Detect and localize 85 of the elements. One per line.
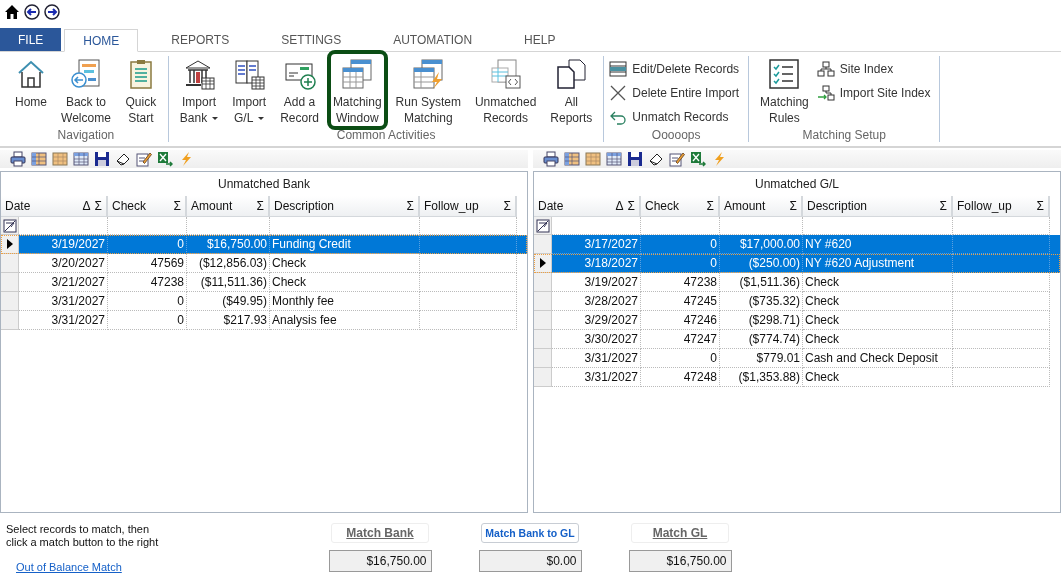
table-row[interactable]: 3/19/2027 0 $16,750.00 Funding Credit (1, 235, 527, 254)
filter-icon[interactable] (535, 218, 550, 233)
checklist-icon (768, 58, 801, 90)
match-button[interactable]: Match Bank to GL (481, 523, 579, 543)
undo-icon (609, 109, 628, 125)
eraser-icon (648, 151, 664, 167)
column-header[interactable]: Check Σ (641, 196, 720, 217)
total-field: $0.00 (478, 550, 582, 572)
grid-icon (73, 151, 89, 167)
out-of-balance-link[interactable]: Out of Balance Match (16, 561, 122, 573)
ribbon-button[interactable]: Import Bank (173, 50, 225, 130)
file-menu[interactable]: FILE (0, 28, 62, 51)
instructions-text: Select records to match, then click a match button to the right (6, 523, 160, 549)
ribbon-button[interactable]: Matching Rules (754, 50, 815, 130)
column-header[interactable]: Date Δ Σ (1, 196, 108, 217)
ribbon-button[interactable]: Home (9, 50, 53, 130)
home-icon (4, 4, 20, 20)
tables-icon (341, 58, 374, 90)
ribbon-button[interactable]: Import Site Index (816, 82, 935, 104)
total-field: $16,750.00 (628, 550, 732, 572)
table-cell: 3/31/2027 (19, 311, 108, 330)
excel-export-icon (157, 151, 173, 167)
sitemap-import-icon (816, 85, 835, 101)
table-cell: $217.93 (187, 311, 270, 330)
close-icon (609, 85, 628, 101)
edit-icon (136, 151, 152, 167)
ledger-icon (233, 58, 266, 90)
column-header[interactable]: Follow_up Σ (953, 196, 1050, 217)
ribbon-button[interactable]: Back to Welcome (55, 50, 117, 130)
save-icon (627, 151, 643, 167)
ribbon-button[interactable]: Quick Start (118, 50, 163, 130)
eraser-icon (115, 151, 131, 167)
grid-icon (52, 151, 68, 167)
ribbon-button[interactable]: Import G/L (226, 50, 273, 130)
ribbon-button[interactable]: Unmatch Records (609, 106, 744, 128)
column-header[interactable]: Check Σ (108, 196, 187, 217)
ribbon-button[interactable]: Add a Record (274, 50, 325, 130)
column-header[interactable]: Amount Σ (187, 196, 270, 217)
total-field: $16,750.00 (328, 550, 432, 572)
column-header[interactable]: Description Σ (270, 196, 420, 217)
grid-icon (606, 151, 622, 167)
ribbon-button[interactable]: Run System Matching (389, 50, 467, 130)
table-cell: ($1,353.88) (720, 368, 803, 387)
document-code-icon (489, 58, 522, 90)
ribbon-button[interactable]: All Reports (544, 50, 599, 130)
table-cell: Analysis fee (270, 311, 420, 330)
group-label: Matching Setup (801, 128, 887, 143)
print-icon (10, 151, 26, 167)
table-cell: 3/31/2027 (552, 368, 641, 387)
group-label: Navigation (56, 128, 116, 143)
table-cell: 47248 (641, 368, 720, 387)
grid-icon (31, 151, 47, 167)
print-icon (543, 151, 559, 167)
save-icon (94, 151, 110, 167)
forward-icon (44, 4, 60, 20)
ribbon-button[interactable]: Matching Window (326, 50, 388, 130)
group-label: Common Activities (335, 128, 437, 143)
sitemap-icon (816, 61, 835, 77)
ribbon-button[interactable]: Delete Entire Import (609, 82, 744, 104)
filter-icon[interactable] (2, 218, 17, 233)
table-row[interactable]: 3/17/2027 0 $17,000.00 NY #620 (534, 235, 1060, 254)
excel-export-icon (690, 151, 706, 167)
grid-icon (585, 151, 601, 167)
column-header[interactable]: Date Δ Σ (534, 196, 641, 217)
column-header[interactable]: Description Σ (803, 196, 953, 217)
table-cell: 0 (108, 311, 187, 330)
ribbon-button[interactable]: Unmatched Records (468, 50, 543, 130)
table-cell: Check (803, 368, 953, 387)
column-header[interactable]: Amount Σ (720, 196, 803, 217)
ribbon-button[interactable]: Site Index (816, 58, 935, 80)
edit-icon (669, 151, 685, 167)
bank-icon (183, 58, 215, 90)
back-icon (24, 4, 40, 20)
grid-icon (564, 151, 580, 167)
ribbon-tab[interactable]: HOME (64, 29, 139, 52)
grid-title: Unmatched G/L (753, 176, 840, 193)
table-row[interactable]: 3/18/2027 0 ($250.00) NY #620 Adjustment (534, 254, 1060, 273)
group-label: Ooooops (650, 128, 702, 143)
document-back-icon (69, 58, 102, 90)
documents-icon (555, 58, 588, 90)
table-row-icon (609, 61, 628, 77)
ribbon-button[interactable]: Edit/Delete Records (609, 58, 744, 80)
tables-lightning-icon (412, 58, 445, 90)
grid-title: Unmatched Bank (216, 176, 312, 193)
column-header[interactable]: Follow_up Σ (420, 196, 517, 217)
